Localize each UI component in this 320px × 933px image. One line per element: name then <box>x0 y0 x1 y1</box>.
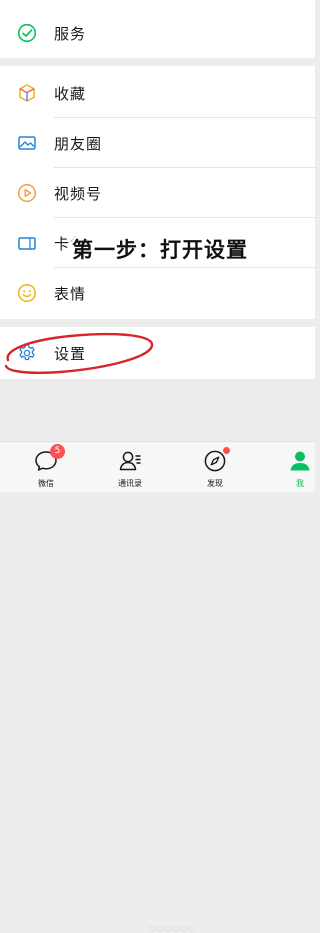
menu-label-favorites: 收藏 <box>54 84 87 103</box>
overlay-caption: 第一步：打开设置 <box>72 238 248 262</box>
menu-label-stickers: 表情 <box>54 284 87 303</box>
smiley-icon <box>16 282 38 304</box>
tab-contacts[interactable]: 通讯录 <box>100 442 160 492</box>
tab-discover[interactable]: 发现 <box>185 442 245 492</box>
menu-item-moments[interactable]: 朋友圈 <box>0 118 315 168</box>
menu-item-favorites[interactable]: 收藏 <box>0 68 315 118</box>
tab-chats[interactable]: 5 微信 <box>16 442 76 492</box>
picture-icon <box>16 132 38 154</box>
services-icon <box>16 22 38 44</box>
menu-item-services[interactable]: 服务 <box>0 8 315 58</box>
cube-icon <box>16 82 38 104</box>
tab-label-discover: 发现 <box>207 479 223 488</box>
person-icon <box>290 451 310 471</box>
notification-dot <box>223 447 230 454</box>
annotation-circle <box>4 332 154 374</box>
tab-label-contacts: 通讯录 <box>118 479 142 488</box>
services-group: 服务 <box>0 0 315 58</box>
menu-label-channels: 视频号 <box>54 184 103 203</box>
menu-item-stickers[interactable]: 表情 <box>0 268 315 318</box>
unread-badge: 5 <box>50 444 65 459</box>
tab-label-me: 我 <box>296 479 304 488</box>
bottom-tab-bar: 5 微信 通讯录 发现 我 ○○○○○○ <box>0 441 315 933</box>
menu-label-services: 服务 <box>54 24 87 43</box>
contacts-icon <box>119 451 141 471</box>
menu-item-channels[interactable]: 视频号 <box>0 168 315 218</box>
wallet-icon <box>16 232 38 254</box>
main-menu-group: 收藏 朋友圈 视频号 卡包 表情 <box>0 66 315 319</box>
menu-label-moments: 朋友圈 <box>54 134 103 153</box>
watermark: ○○○○○○ <box>148 924 196 933</box>
tab-me[interactable]: 我 <box>270 442 320 492</box>
play-icon <box>16 182 38 204</box>
tab-label-chats: 微信 <box>38 479 54 488</box>
